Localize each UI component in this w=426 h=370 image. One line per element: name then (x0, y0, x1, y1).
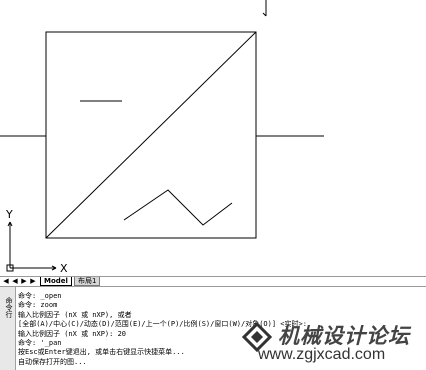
ucs-y-label: Y (5, 208, 13, 221)
first-tab-button[interactable]: ◀ (2, 277, 10, 286)
ucs-x-label: X (60, 262, 68, 275)
next-tab-button[interactable]: ▶ (20, 277, 28, 286)
last-tab-button[interactable]: ▶ (29, 277, 37, 286)
layout-tab-bar: ◀ ◀ ▶ ▶ Model 布局1 (0, 276, 426, 287)
prev-tab-button[interactable]: ◀ (11, 277, 19, 286)
command-line: 命令: _open (18, 292, 62, 300)
drawing-canvas[interactable]: Y X (0, 0, 426, 276)
zigzag-line (123, 189, 233, 226)
command-window-label: 命令行 (5, 297, 13, 318)
command-line: 命令: zoom (18, 301, 58, 310)
watermark: 机械设计论坛 www.zgjxcad.com (238, 320, 426, 370)
tab-model[interactable]: Model (40, 277, 72, 286)
watermark-url: www.zgjxcad.com (258, 346, 386, 363)
diagonal-line (45, 31, 257, 239)
tab-layout1[interactable]: 布局1 (74, 277, 101, 286)
ucs-icon (6, 221, 57, 272)
cad-drawing: Y X (0, 0, 324, 275)
command-window-sidebar[interactable]: 命令行 (0, 287, 16, 370)
command-line: 输入比例因子 (nX 或 nXP), 或者 (18, 310, 132, 319)
